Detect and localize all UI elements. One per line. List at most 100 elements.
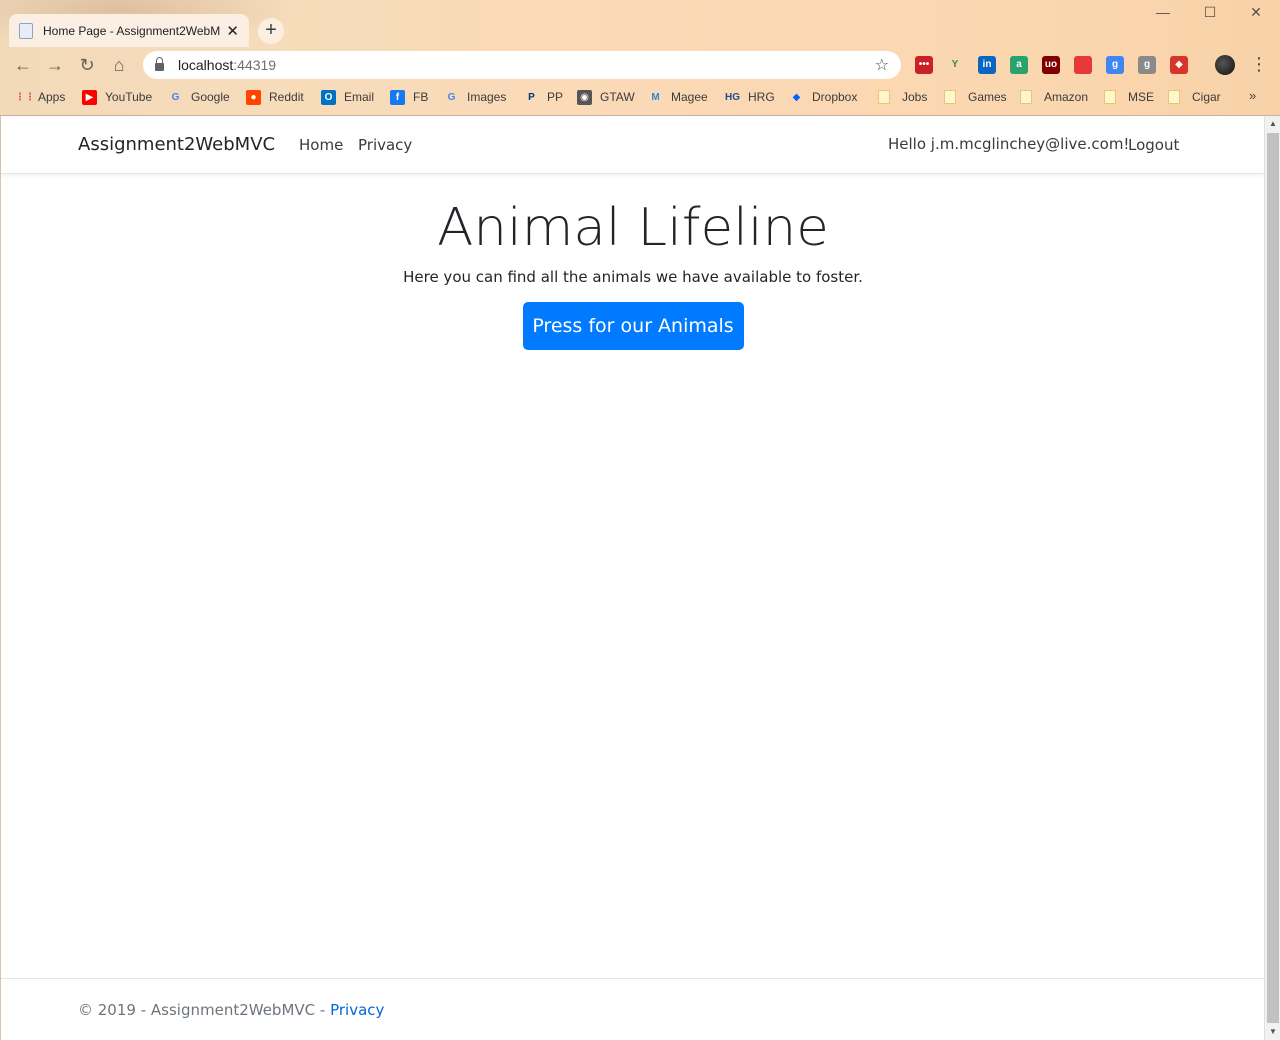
bookmark-reddit[interactable]: ● Reddit bbox=[246, 88, 304, 106]
bookmark-images[interactable]: G Images bbox=[444, 88, 507, 106]
bookmark-label: Apps bbox=[38, 90, 66, 104]
folder-icon bbox=[944, 90, 956, 104]
minimize-button[interactable]: — bbox=[1140, 4, 1186, 20]
bookmark-label: Cigar bbox=[1192, 90, 1221, 104]
reload-icon[interactable]: ↻ bbox=[75, 53, 99, 77]
ublock-icon[interactable]: uo bbox=[1042, 56, 1060, 74]
browser-chrome: Home Page - Assignment2WebMVC ✕ + — ☐ ✕ … bbox=[0, 0, 1280, 116]
address-bar[interactable]: localhost:44319 ☆ bbox=[143, 51, 901, 79]
hero-section: Animal Lifeline Here you can find all th… bbox=[1, 196, 1265, 350]
bookmark-label: Amazon bbox=[1044, 90, 1089, 104]
bookmark-label: MSE bbox=[1128, 90, 1155, 104]
linkedin-icon[interactable]: in bbox=[978, 56, 996, 74]
user-greeting-link[interactable]: Hello j.m.mcglinchey@live.com! bbox=[888, 135, 1129, 153]
tab-close-icon[interactable]: ✕ bbox=[226, 22, 239, 40]
forward-icon[interactable]: → bbox=[43, 53, 67, 77]
bookmark-pp[interactable]: P PP bbox=[524, 88, 563, 106]
window-close-button[interactable]: ✕ bbox=[1233, 4, 1279, 21]
home-icon[interactable]: ⌂ bbox=[107, 53, 131, 77]
bookmark-apps[interactable]: ⋮⋮ Apps bbox=[15, 88, 65, 106]
bookmark-games[interactable]: Games bbox=[944, 88, 1007, 106]
browser-tab[interactable]: Home Page - Assignment2WebMVC ✕ bbox=[9, 14, 249, 47]
page-favicon-icon bbox=[19, 22, 33, 39]
bookmark-label: Jobs bbox=[902, 90, 928, 104]
url-host: localhost bbox=[178, 57, 234, 73]
bookmark-label: FB bbox=[413, 90, 429, 104]
lock-icon bbox=[155, 57, 164, 71]
new-tab-button[interactable]: + bbox=[258, 18, 284, 44]
paypal-icon: P bbox=[528, 91, 535, 103]
tab-title: Home Page - Assignment2WebMVC bbox=[43, 23, 221, 38]
site-brand-link[interactable]: Assignment2WebMVC bbox=[78, 134, 275, 155]
bookmark-gtaw[interactable]: ◉ GTAW bbox=[577, 88, 635, 106]
facebook-icon: f bbox=[390, 89, 405, 105]
folder-icon bbox=[1020, 90, 1032, 104]
bookmark-label: Games bbox=[968, 90, 1007, 104]
bookmark-amazon[interactable]: Amazon bbox=[1020, 88, 1088, 106]
back-icon[interactable]: ← bbox=[11, 53, 35, 77]
page-title: Animal Lifeline bbox=[437, 198, 829, 258]
bookmark-cigar[interactable]: Cigar bbox=[1168, 88, 1221, 106]
apps-grid-icon: ⋮⋮ bbox=[15, 91, 35, 103]
bookmark-label: Google bbox=[191, 90, 230, 104]
view-animals-button[interactable]: Press for our Animals bbox=[522, 302, 744, 350]
bookmark-label: Reddit bbox=[269, 90, 304, 104]
profile-avatar[interactable] bbox=[1215, 55, 1235, 75]
bookmark-fb[interactable]: f FB bbox=[390, 88, 428, 106]
youtube-icon: ▶ bbox=[82, 89, 97, 105]
scrollbar-thumb[interactable] bbox=[1267, 133, 1279, 1023]
footer-privacy-link[interactable]: Privacy bbox=[330, 1001, 384, 1019]
bookmark-google[interactable]: G Google bbox=[168, 88, 230, 106]
page-viewport: Assignment2WebMVC Home Privacy Hello j.m… bbox=[0, 116, 1265, 1040]
site-navbar: Assignment2WebMVC Home Privacy Hello j.m… bbox=[1, 116, 1265, 174]
bookmark-magee[interactable]: M Magee bbox=[648, 88, 708, 106]
footer-divider bbox=[1, 978, 1265, 979]
bookmark-star-icon[interactable]: ☆ bbox=[875, 55, 889, 75]
bookmarks-bar: ⋮⋮ Apps ▶ YouTube G Google ● Reddit O Email f FB G Im… bbox=[0, 84, 1280, 110]
google-icon: G bbox=[171, 91, 180, 103]
bookmark-label: PP bbox=[547, 90, 564, 104]
browser-menu-icon[interactable]: ⋮ bbox=[1250, 54, 1268, 75]
hero-description: Here you can find all the animals we hav… bbox=[403, 268, 863, 286]
globe-icon: ◉ bbox=[577, 89, 592, 105]
url-port: :44319 bbox=[233, 57, 277, 73]
nav-home-link[interactable]: Home bbox=[299, 136, 343, 154]
site-footer: © 2019 - Assignment2WebMVC - Privacy bbox=[78, 1001, 384, 1019]
dropbox-icon: ◆ bbox=[792, 91, 801, 103]
bookmark-jobs[interactable]: Jobs bbox=[878, 88, 927, 106]
scroll-down-icon[interactable]: ▼ bbox=[1265, 1024, 1280, 1040]
bookmark-label: Dropbox bbox=[812, 90, 858, 104]
lastpass-icon[interactable]: ••• bbox=[915, 56, 933, 74]
bookmark-label: Images bbox=[467, 90, 507, 104]
bookmark-label: YouTube bbox=[105, 90, 153, 104]
google-icon: G bbox=[447, 91, 456, 103]
reddit-icon: ● bbox=[246, 89, 261, 105]
logout-button[interactable]: Logout bbox=[1128, 136, 1179, 154]
bookmark-mse[interactable]: MSE bbox=[1104, 88, 1154, 106]
folder-icon bbox=[878, 90, 890, 104]
leaf-icon[interactable]: Y bbox=[946, 56, 964, 74]
bookmarks-overflow-icon[interactable]: » bbox=[1249, 88, 1256, 103]
bookmark-dropbox[interactable]: ◆ Dropbox bbox=[789, 88, 858, 106]
m-icon: M bbox=[651, 91, 660, 103]
bookmark-label: HRG bbox=[748, 90, 775, 104]
hg-icon: HG bbox=[725, 91, 740, 103]
red-badge-icon[interactable]: ◆ bbox=[1170, 56, 1188, 74]
a-icon[interactable]: a bbox=[1010, 56, 1028, 74]
bookmark-label: GTAW bbox=[600, 90, 635, 104]
bookmark-hrg[interactable]: HG HRG bbox=[725, 88, 775, 106]
grey-g-icon[interactable]: g bbox=[1138, 56, 1156, 74]
red-box-icon[interactable] bbox=[1074, 56, 1092, 74]
bookmark-label: Magee bbox=[671, 90, 708, 104]
nav-privacy-link[interactable]: Privacy bbox=[358, 136, 412, 154]
folder-icon bbox=[1168, 90, 1180, 104]
google-apps-icon[interactable]: g bbox=[1106, 56, 1124, 74]
maximize-button[interactable]: ☐ bbox=[1187, 4, 1233, 21]
page-scrollbar[interactable]: ▲ ▼ bbox=[1264, 116, 1280, 1040]
outlook-icon: O bbox=[321, 89, 336, 105]
footer-copyright: © 2019 - Assignment2WebMVC - bbox=[78, 1001, 331, 1019]
folder-icon bbox=[1104, 90, 1116, 104]
bookmark-email[interactable]: O Email bbox=[321, 88, 374, 106]
bookmark-youtube[interactable]: ▶ YouTube bbox=[82, 88, 152, 106]
scroll-up-icon[interactable]: ▲ bbox=[1265, 116, 1280, 132]
